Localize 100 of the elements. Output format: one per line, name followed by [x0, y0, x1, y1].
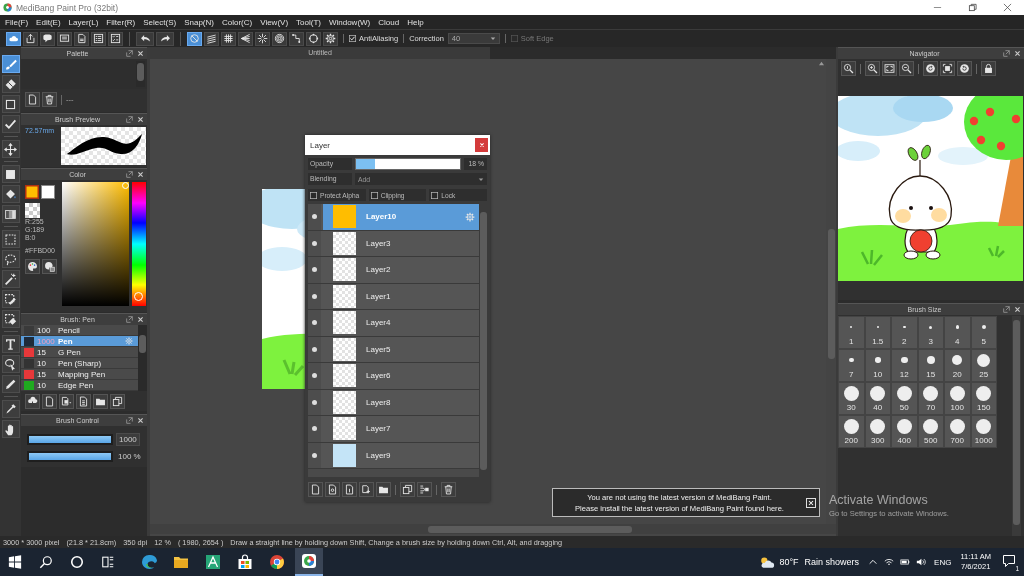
visibility-dot-icon[interactable]: [312, 452, 317, 458]
task-view-icon[interactable]: [101, 555, 115, 569]
brush-size-cell[interactable]: 50: [891, 382, 918, 415]
brush-size-cell[interactable]: 15: [917, 349, 944, 382]
visibility-dot-icon[interactable]: [312, 320, 317, 326]
transparent-swatch-icon[interactable]: [25, 203, 40, 218]
size-dot-icon: [923, 385, 939, 401]
brush-size-cell[interactable]: 200: [838, 415, 865, 448]
size-value-field[interactable]: 1000: [116, 432, 140, 446]
undock-icon[interactable]: [126, 171, 133, 178]
scroll-thumb[interactable]: [139, 335, 146, 353]
close-icon[interactable]: [1003, 3, 1012, 12]
brush-name: Pencil: [58, 325, 80, 335]
brush-size-cell[interactable]: 3: [917, 316, 944, 349]
brush-size-cell[interactable]: 500: [917, 415, 944, 448]
undock-icon[interactable]: [126, 50, 133, 57]
layer-name: Layer3: [366, 238, 391, 248]
brush-size-cell[interactable]: 4: [944, 316, 971, 349]
search-icon[interactable]: [39, 555, 53, 569]
visibility-dot-icon[interactable]: [312, 240, 317, 246]
brush-size-cell[interactable]: 30: [838, 382, 865, 415]
scroll-thumb[interactable]: [137, 63, 144, 81]
vertical-scrollbar[interactable]: [136, 61, 145, 87]
brush-size-cell[interactable]: 150: [970, 382, 997, 415]
battery-icon[interactable]: [900, 557, 911, 567]
layer-name: Layer4: [366, 318, 391, 328]
brush-size-cell[interactable]: 1000: [970, 415, 997, 448]
brush-list-item[interactable]: 10 Edge Pen: [21, 380, 138, 391]
speech-bubble-icon: [1002, 554, 1016, 568]
horizontal-scrollbar[interactable]: [150, 524, 836, 534]
undock-icon[interactable]: [126, 316, 133, 323]
visibility-dot-icon[interactable]: [312, 214, 317, 220]
background-swatch-icon[interactable]: [41, 185, 55, 199]
scroll-thumb[interactable]: [827, 229, 835, 359]
brush-size-cell[interactable]: 700: [944, 415, 971, 448]
brush-size-text: 1000: [36, 336, 56, 346]
vertical-scrollbar[interactable]: [1012, 316, 1021, 536]
hue-slider[interactable]: [132, 182, 146, 306]
brush-list-item[interactable]: 100 Pencil: [21, 325, 138, 336]
brush-size-cell[interactable]: 20: [944, 349, 971, 382]
weather-condition-text[interactable]: Rain showers: [804, 557, 860, 567]
windows-start-icon[interactable]: [8, 555, 22, 569]
brush-size-cell[interactable]: 10: [864, 349, 891, 382]
restore-icon[interactable]: [968, 3, 977, 12]
scroll-arrow-icon[interactable]: [818, 61, 825, 66]
visibility-dot-icon[interactable]: [312, 426, 317, 432]
menu-item[interactable]: Layer(L): [64, 17, 103, 27]
undock-icon[interactable]: [126, 417, 133, 424]
undock-icon[interactable]: [1003, 50, 1010, 57]
menu-item[interactable]: Help: [403, 17, 428, 27]
visibility-dot-icon[interactable]: [312, 399, 317, 405]
temperature-text[interactable]: 80°F: [779, 557, 799, 567]
brush-list-item[interactable]: 15 G Pen: [21, 347, 138, 358]
layer-name: Layer5: [366, 344, 391, 354]
brush-size-cell[interactable]: 400: [891, 415, 918, 448]
vertical-scrollbar[interactable]: [479, 204, 488, 477]
undock-icon[interactable]: [1003, 306, 1010, 313]
layer-thumbnail: [333, 364, 356, 388]
brush-size-cell[interactable]: 1.5: [864, 316, 891, 349]
brush-size-cell[interactable]: 100: [944, 382, 971, 415]
visibility-dot-icon[interactable]: [312, 293, 317, 299]
menu-item[interactable]: Select(S): [139, 17, 181, 27]
foreground-swatch-icon[interactable]: [25, 185, 39, 199]
menu-item[interactable]: Edit(E): [32, 17, 65, 27]
taskbar-app-button[interactable]: [295, 548, 323, 576]
brush-size-cell[interactable]: 7: [838, 349, 865, 382]
brush-size-cell[interactable]: 2: [891, 316, 918, 349]
menu-item[interactable]: Cloud: [374, 17, 404, 27]
scroll-thumb[interactable]: [480, 212, 487, 470]
visibility-dot-icon[interactable]: [312, 373, 317, 379]
menu-item[interactable]: View(V): [256, 17, 293, 27]
menu-item[interactable]: Filter(R): [102, 17, 140, 27]
opacity-slider[interactable]: [355, 158, 461, 170]
menu-item[interactable]: File(F): [1, 17, 33, 27]
saturation-value-field[interactable]: [62, 182, 129, 306]
visibility-dot-icon[interactable]: [312, 267, 317, 273]
weather-cloud-sun-icon[interactable]: [759, 555, 776, 569]
brush-size-cell[interactable]: 70: [917, 382, 944, 415]
vertical-scrollbar[interactable]: [138, 325, 147, 391]
chevron-up-icon[interactable]: [868, 557, 879, 567]
scroll-thumb[interactable]: [1013, 320, 1020, 525]
app-logo-icon: [3, 3, 12, 12]
scroll-thumb[interactable]: [428, 525, 632, 533]
close-button[interactable]: [806, 497, 816, 508]
speaker-icon[interactable]: [916, 557, 927, 567]
brush-size-cell[interactable]: 300: [864, 415, 891, 448]
wifi-icon[interactable]: [884, 557, 895, 567]
menu-item[interactable]: Window(W): [324, 17, 375, 27]
language-indicator[interactable]: ENG: [934, 557, 952, 567]
brush-size-cell[interactable]: 1: [838, 316, 865, 349]
undock-icon[interactable]: [126, 116, 133, 123]
menu-item[interactable]: Tool(T): [292, 17, 325, 27]
brush-size-cell[interactable]: 12: [891, 349, 918, 382]
menu-item[interactable]: Color(C): [217, 17, 257, 27]
brush-size-cell[interactable]: 40: [864, 382, 891, 415]
menu-item[interactable]: Snap(N): [180, 17, 218, 27]
brush-size-cell[interactable]: 5: [970, 316, 997, 349]
visibility-dot-icon[interactable]: [312, 346, 317, 352]
layer-thumbnail: [333, 284, 356, 308]
brush-size-cell[interactable]: 25: [970, 349, 997, 382]
